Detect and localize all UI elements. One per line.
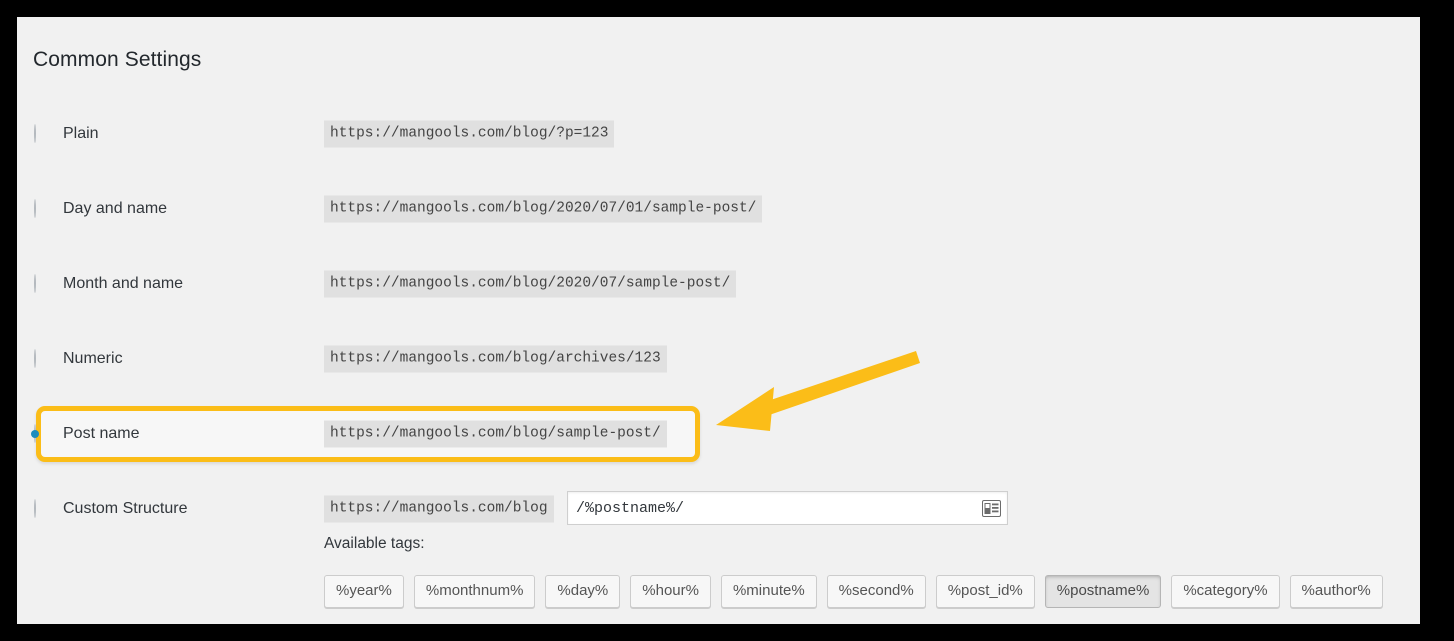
permalink-option-label: Month and name — [63, 275, 184, 292]
permalink-example-url: https://mangools.com/blog/2020/07/sample… — [324, 270, 737, 298]
radio-custom-structure[interactable] — [34, 499, 52, 518]
tag-button-minute[interactable]: %minute% — [720, 575, 817, 608]
radio-post-name[interactable] — [34, 424, 52, 443]
permalink-option-numeric[interactable]: Numeric https://mangools.com/blog/archive… — [17, 341, 1420, 377]
radio-numeric[interactable] — [34, 349, 52, 368]
radio-dot-icon — [34, 274, 36, 293]
permalink-option-post-name[interactable]: Post name https://mangools.com/blog/sampl… — [17, 416, 1420, 452]
custom-structure-input-wrapper[interactable] — [567, 491, 1008, 525]
tag-button-postname[interactable]: %postname% — [1044, 575, 1162, 608]
tag-button-year[interactable]: %year% — [324, 575, 404, 608]
permalink-option-month-and-name[interactable]: Month and name https://mangools.com/blog/… — [17, 266, 1420, 302]
permalink-option-label: Post name — [63, 425, 140, 442]
radio-dot-icon — [34, 499, 36, 518]
radio-dot-icon — [34, 124, 36, 143]
tag-button-post_id[interactable]: %post_id% — [935, 575, 1035, 608]
common-settings-panel: Common Settings Plain https://mangools.co… — [17, 17, 1420, 624]
permalink-option-plain[interactable]: Plain https://mangools.com/blog/?p=123 — [17, 116, 1420, 152]
permalink-option-label: Numeric — [63, 350, 123, 367]
permalink-example-url: https://mangools.com/blog/2020/07/01/sam… — [324, 195, 763, 223]
tag-button-second[interactable]: %second% — [826, 575, 926, 608]
tag-button-monthnum[interactable]: %monthnum% — [413, 575, 536, 608]
custom-structure-input[interactable] — [568, 492, 982, 524]
tag-button-day[interactable]: %day% — [545, 575, 621, 608]
available-tags-label: Available tags: — [324, 535, 425, 552]
radio-plain[interactable] — [34, 124, 52, 143]
permalink-example-url: https://mangools.com/blog/sample-post/ — [324, 420, 667, 448]
form-autofill-icon[interactable] — [982, 499, 1001, 517]
radio-dot-icon — [34, 349, 36, 368]
permalink-option-label: Day and name — [63, 200, 168, 217]
permalink-option-label: Custom Structure — [63, 500, 188, 517]
permalink-option-label: Plain — [63, 125, 99, 142]
available-tags-list: %year% %monthnum% %day% %hour% %minute% %seco… — [324, 575, 1383, 608]
radio-month-and-name[interactable] — [34, 274, 52, 293]
permalink-example-url: https://mangools.com/blog/archives/123 — [324, 345, 667, 373]
permalink-option-day-and-name[interactable]: Day and name https://mangools.com/blog/20… — [17, 191, 1420, 227]
permalink-example-url: https://mangools.com/blog/?p=123 — [324, 120, 615, 148]
radio-day-and-name[interactable] — [34, 199, 52, 218]
page-title: Common Settings — [33, 48, 202, 72]
tag-button-hour[interactable]: %hour% — [630, 575, 711, 608]
radio-dot-icon — [34, 424, 36, 443]
tag-button-author[interactable]: %author% — [1289, 575, 1383, 608]
tag-button-category[interactable]: %category% — [1171, 575, 1280, 608]
radio-dot-icon — [34, 199, 36, 218]
screenshot-frame: Common Settings Plain https://mangools.co… — [0, 0, 1454, 641]
permalink-example-url: https://mangools.com/blog — [324, 495, 554, 523]
